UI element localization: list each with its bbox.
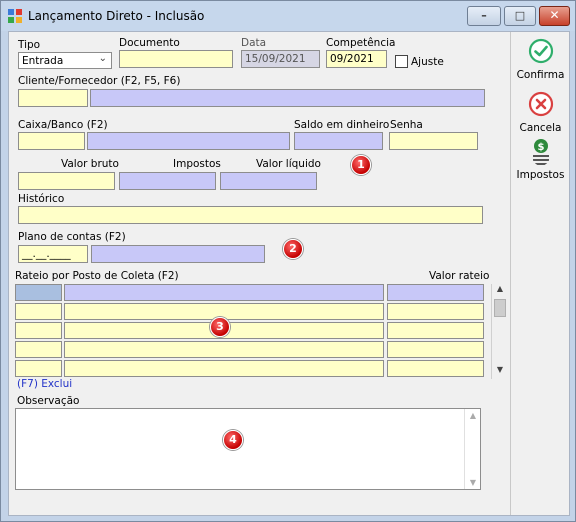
grid-cell-valor[interactable]	[387, 360, 484, 377]
documento-label: Documento	[119, 37, 180, 49]
grid-cell-name[interactable]	[64, 341, 384, 358]
grid-cell-code-selected[interactable]	[15, 284, 62, 301]
caixa-code-input[interactable]	[18, 132, 85, 150]
scroll-up-icon[interactable]: ▲	[465, 411, 481, 420]
cliente-name-input[interactable]	[90, 89, 485, 107]
documento-input[interactable]	[119, 50, 233, 68]
competencia-value: 09/2021	[330, 53, 374, 65]
competencia-label: Competência	[326, 37, 396, 49]
cliente-label: Cliente/Fornecedor (F2, F5, F6)	[18, 75, 181, 87]
minimize-icon: –	[481, 9, 487, 22]
marker-badge-4: 4	[223, 430, 243, 450]
grid-cell-name[interactable]	[64, 360, 384, 377]
dialog-window: Lançamento Direto - Inclusão – □ ✕ Tipo …	[0, 0, 576, 522]
rateio-grid: ▲ ▼	[15, 284, 507, 379]
close-button[interactable]: ✕	[539, 6, 570, 26]
check-circle-icon	[528, 38, 554, 64]
tipo-select[interactable]: Entrada ⌄	[18, 52, 112, 69]
grid-cell-code[interactable]	[15, 360, 62, 377]
ajuste-label: Ajuste	[411, 56, 444, 68]
grid-cell-valor[interactable]	[387, 341, 484, 358]
x-circle-icon	[528, 91, 554, 117]
impostos-input	[119, 172, 216, 190]
plano-code-value: __.__.____	[22, 248, 71, 260]
grid-cell-code[interactable]	[15, 303, 62, 320]
window-title: Lançamento Direto - Inclusão	[28, 9, 205, 23]
saldo-label: Saldo em dinheiro	[294, 119, 390, 131]
valor-liquido-label: Valor líquido	[256, 158, 321, 170]
exclui-hint: (F7) Exclui	[17, 378, 73, 390]
confirma-button[interactable]: Confirma	[512, 38, 569, 84]
saldo-input	[294, 132, 383, 150]
grid-cell-valor[interactable]	[387, 284, 484, 301]
confirma-label: Confirma	[516, 69, 565, 81]
data-label: Data	[241, 37, 267, 49]
ajuste-checkbox[interactable]	[395, 55, 408, 68]
client-area: Tipo Entrada ⌄ Documento Data 15/09/2021…	[8, 31, 570, 516]
title-bar[interactable]: Lançamento Direto - Inclusão – □ ✕	[1, 1, 575, 31]
cancela-button[interactable]: Cancela	[512, 91, 569, 137]
scroll-up-icon[interactable]: ▲	[492, 284, 508, 298]
grid-cell-code[interactable]	[15, 341, 62, 358]
close-icon: ✕	[549, 8, 560, 22]
data-input: 15/09/2021	[241, 50, 320, 68]
cliente-code-input[interactable]	[18, 89, 88, 107]
maximize-button[interactable]: □	[504, 6, 536, 26]
marker-badge-3: 3	[210, 317, 230, 337]
marker-badge-1: 1	[351, 155, 371, 175]
valor-bruto-label: Valor bruto	[61, 158, 119, 170]
plano-code-input[interactable]: __.__.____	[18, 245, 88, 263]
cancela-label: Cancela	[519, 122, 562, 134]
competencia-input[interactable]: 09/2021	[326, 50, 387, 68]
grid-cell-code[interactable]	[15, 322, 62, 339]
senha-input[interactable]	[389, 132, 478, 150]
action-sidebar: Confirma Cancela $ Impostos	[512, 32, 569, 515]
grid-cell-valor[interactable]	[387, 303, 484, 320]
observacao-label: Observação	[17, 395, 80, 407]
caixa-label: Caixa/Banco (F2)	[18, 119, 108, 131]
senha-label: Senha	[390, 119, 423, 131]
maximize-icon: □	[514, 9, 526, 22]
impostos-button[interactable]: $ Impostos	[512, 138, 569, 184]
plano-label: Plano de contas (F2)	[18, 231, 126, 243]
chevron-down-icon: ⌄	[98, 53, 107, 64]
grid-cell-valor[interactable]	[387, 322, 484, 339]
money-stack-icon: $	[533, 139, 549, 165]
rateio-label: Rateio por Posto de Coleta (F2)	[15, 270, 179, 282]
plano-name-input	[91, 245, 265, 263]
observacao-textarea[interactable]: ▲ ▼	[15, 408, 481, 490]
svg-text:$: $	[538, 142, 545, 153]
data-value: 15/09/2021	[245, 53, 306, 65]
impostos-sidebar-label: Impostos	[516, 169, 565, 181]
minimize-button[interactable]: –	[467, 6, 501, 26]
valor-rateio-label: Valor rateio	[429, 270, 490, 282]
app-icon	[8, 9, 23, 24]
marker-badge-2: 2	[283, 239, 303, 259]
caixa-name-input[interactable]	[87, 132, 290, 150]
tipo-value: Entrada	[22, 55, 64, 67]
scroll-down-icon[interactable]: ▼	[465, 478, 481, 487]
tipo-label: Tipo	[18, 39, 41, 51]
memo-scrollbar[interactable]: ▲ ▼	[464, 409, 480, 489]
scroll-down-icon[interactable]: ▼	[492, 365, 508, 379]
scroll-thumb[interactable]	[494, 299, 506, 317]
impostos-label: Impostos	[173, 158, 221, 170]
historico-input[interactable]	[18, 206, 483, 224]
valor-bruto-input[interactable]	[18, 172, 115, 190]
grid-scrollbar[interactable]: ▲ ▼	[491, 284, 507, 379]
grid-cell-name[interactable]	[64, 284, 384, 301]
form-panel: Tipo Entrada ⌄ Documento Data 15/09/2021…	[9, 32, 511, 515]
valor-liquido-input	[220, 172, 317, 190]
historico-label: Histórico	[18, 193, 65, 205]
